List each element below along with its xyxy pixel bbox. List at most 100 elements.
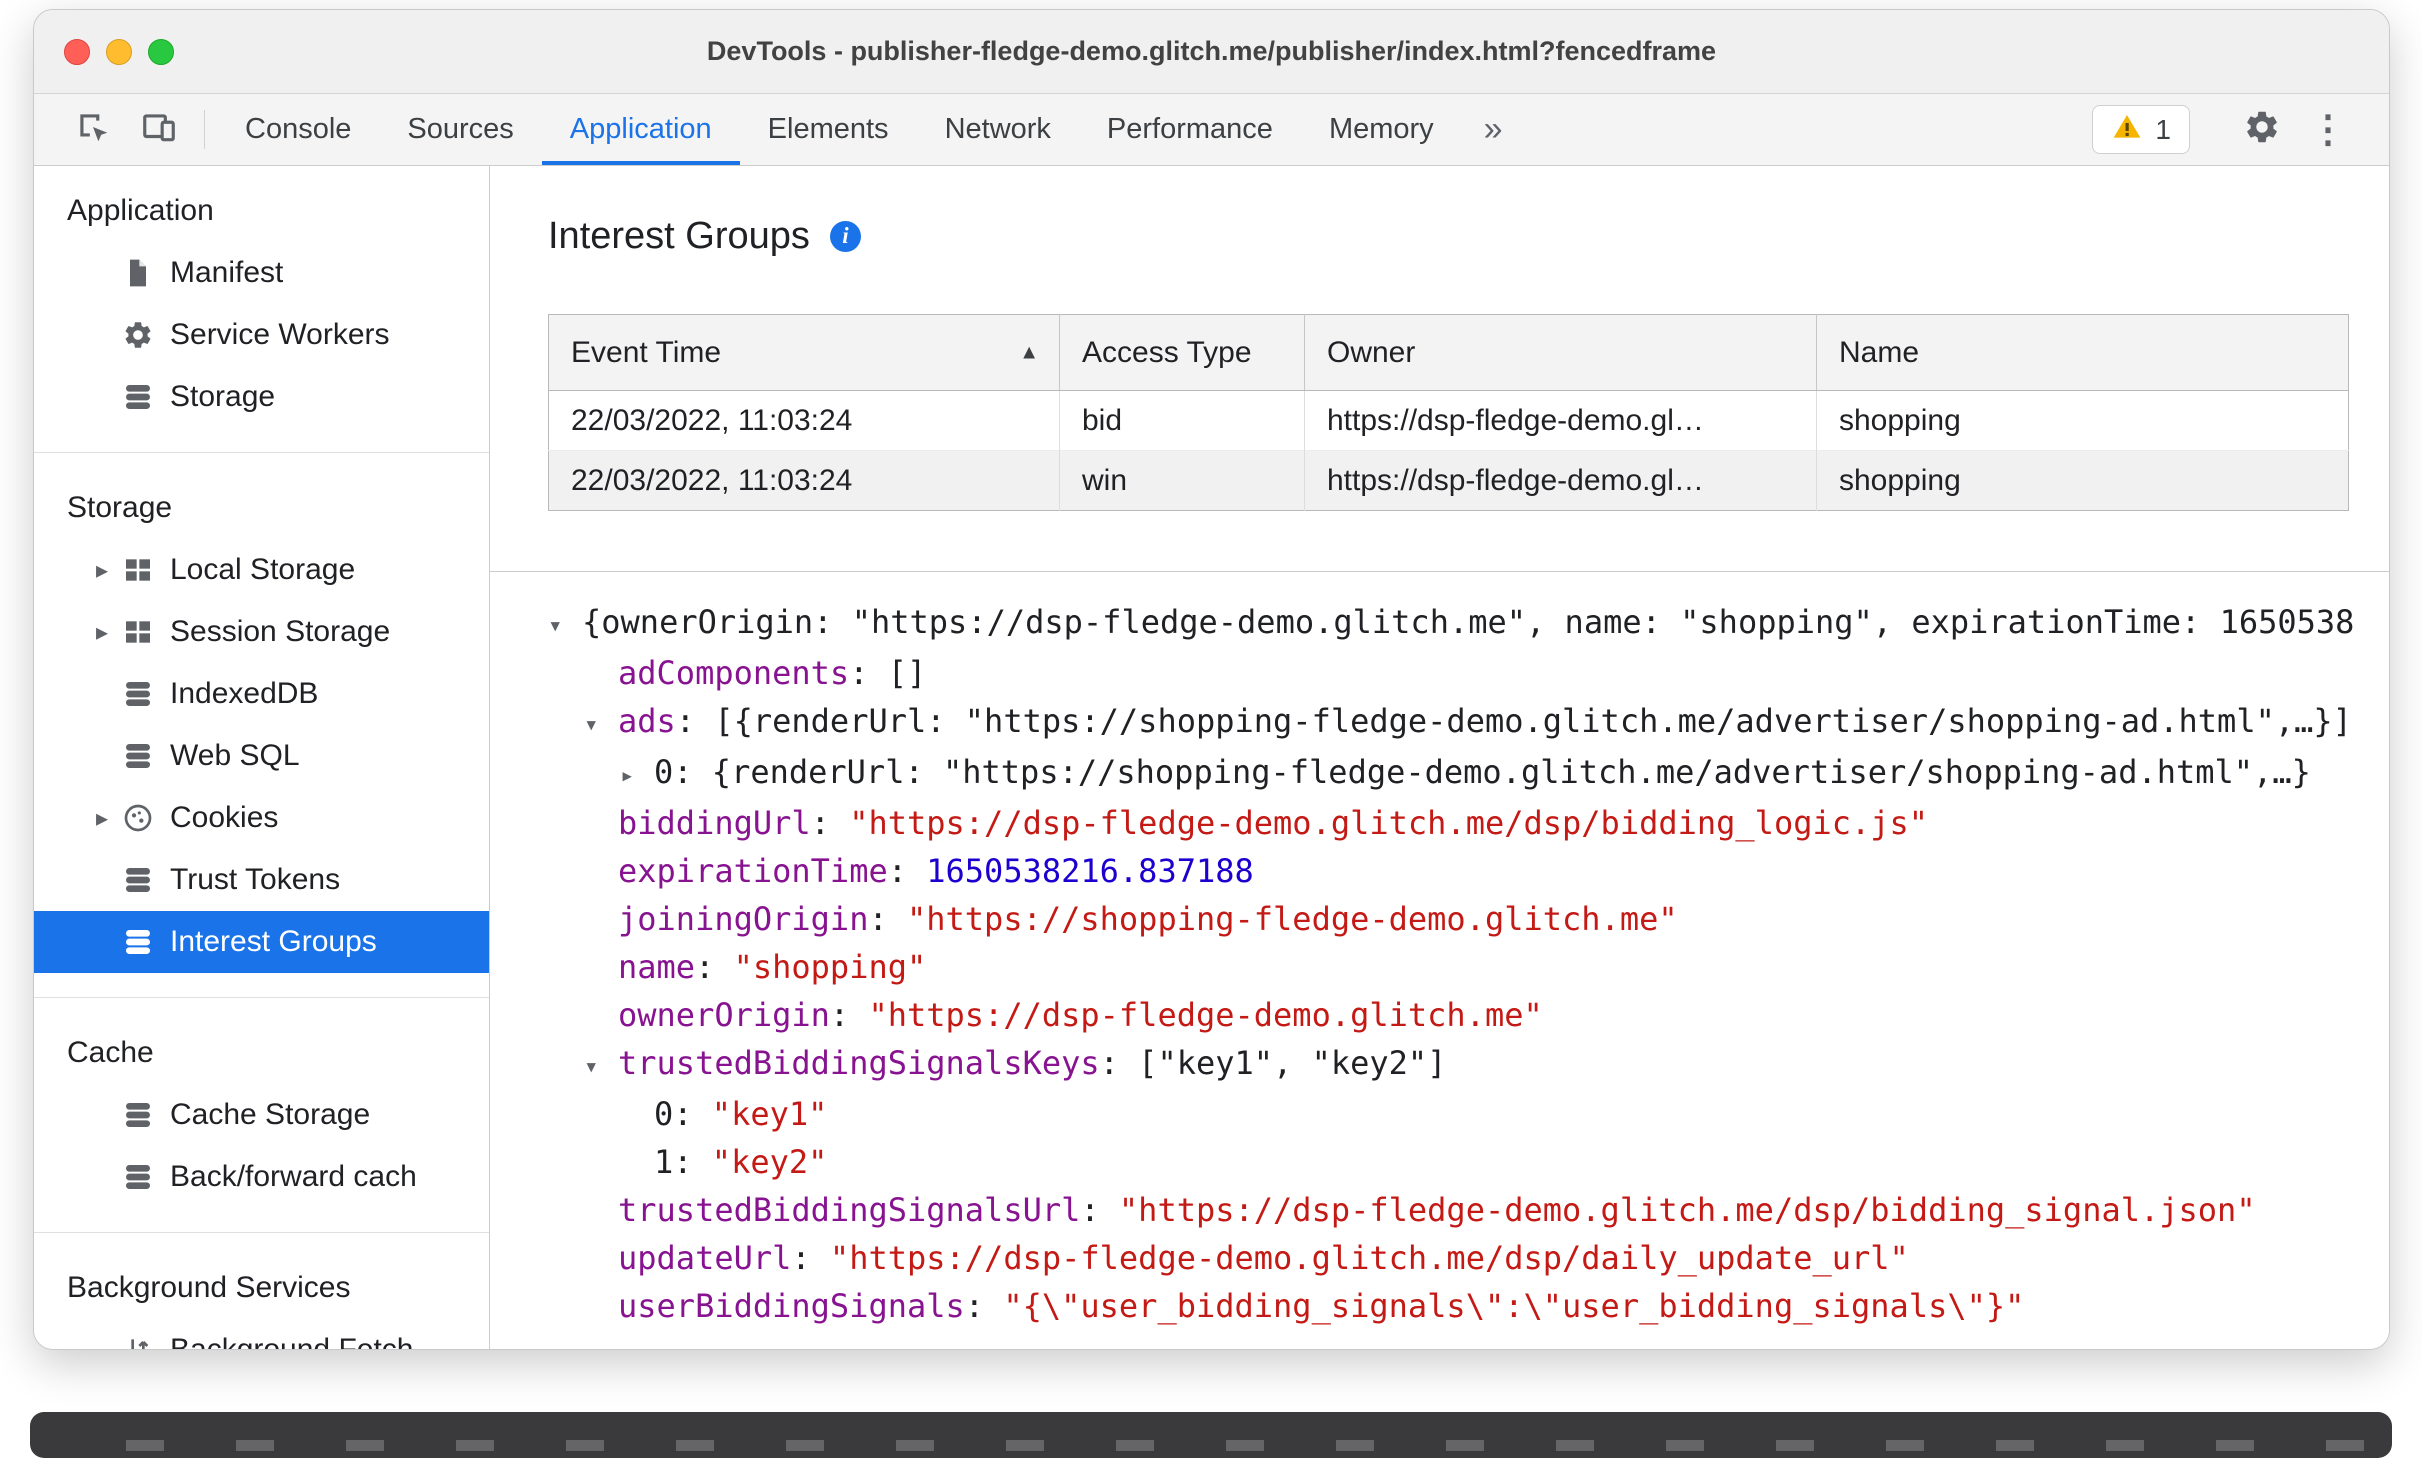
column-header-name[interactable]: Name <box>1816 314 2349 391</box>
tab-memory[interactable]: Memory <box>1301 94 1462 165</box>
device-toolbar-icon <box>140 108 178 151</box>
json-string: "https://dsp-fledge-demo.glitch.me/dsp/b… <box>849 804 1929 842</box>
json-plain: 1: <box>654 1143 712 1181</box>
sidebar-item-cache-storage[interactable]: Cache Storage <box>34 1084 489 1146</box>
tab-performance[interactable]: Performance <box>1079 94 1301 165</box>
sidebar-item-label: Storage <box>170 380 276 413</box>
collapse-arrow-icon[interactable]: ▾ <box>584 1042 618 1090</box>
column-header-label: Owner <box>1327 335 1416 369</box>
sidebar-item-session-storage[interactable]: ▸ Session Storage <box>34 601 489 663</box>
cell-event-time[interactable]: 22/03/2022, 11:03:24 <box>548 390 1060 451</box>
tree-line[interactable]: biddingUrl: "https://dsp-fledge-demo.gli… <box>548 799 2389 847</box>
cell-owner[interactable]: https://dsp-fledge-demo.gl… <box>1304 390 1817 451</box>
tree-line[interactable]: updateUrl: "https://dsp-fledge-demo.glit… <box>548 1234 2389 1282</box>
tree-line[interactable]: 0: "key1" <box>548 1090 2389 1138</box>
tree-line[interactable]: expirationTime: 1650538216.837188 <box>548 847 2389 895</box>
table-grid-icon <box>120 552 156 588</box>
json-plain: : <box>887 852 927 890</box>
tab-elements[interactable]: Elements <box>740 94 917 165</box>
sidebar-item-cookies[interactable]: ▸ Cookies <box>34 787 489 849</box>
sidebar-item-local-storage[interactable]: ▸ Local Storage <box>34 539 489 601</box>
json-plain: : [] <box>849 654 927 692</box>
json-plain: : <box>829 996 869 1034</box>
tab-sources[interactable]: Sources <box>379 94 541 165</box>
tree-line[interactable]: ▸ 0: {renderUrl: "https://shopping-fledge… <box>548 748 2389 799</box>
sidebar-item-web-sql[interactable]: Web SQL <box>34 725 489 787</box>
sidebar-section-header-application[interactable]: Application <box>34 180 489 242</box>
tree-line[interactable]: userBiddingSignals: "{\"user_bidding_sig… <box>548 1282 2389 1330</box>
sidebar-item-background-fetch[interactable]: Background Fetch <box>34 1319 489 1349</box>
issues-warning-badge[interactable]: 1 <box>2092 105 2190 154</box>
tree-line[interactable]: joiningOrigin: "https://shopping-fledge-… <box>548 895 2389 943</box>
devtools-toolbar: Console Sources Application Elements Network… <box>34 94 2389 166</box>
gear-icon <box>2243 108 2281 151</box>
sidebar-item-back-forward-cach[interactable]: Back/forward cach <box>34 1146 489 1208</box>
tree-line[interactable]: ▾ trustedBiddingSignalsKeys: ["key1", "ke… <box>548 1039 2389 1090</box>
tree-line[interactable]: name: "shopping" <box>548 943 2389 991</box>
sidebar-item-label: Session Storage <box>170 615 391 648</box>
tree-line[interactable]: ownerOrigin: "https://dsp-fledge-demo.gl… <box>548 991 2389 1039</box>
json-key: userBiddingSignals <box>618 1287 965 1325</box>
tree-line[interactable]: trustedBiddingSignalsUrl: "https://dsp-f… <box>548 1186 2389 1234</box>
sidebar-section-header-cache[interactable]: Cache <box>34 1022 489 1084</box>
sidebar-item-label: Cache Storage <box>170 1098 371 1131</box>
sidebar-item-manifest[interactable]: Manifest <box>34 242 489 304</box>
expand-arrow-icon[interactable]: ▸ <box>84 804 120 833</box>
collapse-arrow-icon[interactable]: ▾ <box>548 601 582 649</box>
expand-arrow-icon[interactable]: ▸ <box>84 556 120 585</box>
inspect-element-button[interactable] <box>65 102 121 158</box>
tree-line[interactable]: ▾ ads: [{renderUrl: "https://shopping-fle… <box>548 697 2389 748</box>
tree-line[interactable]: ▾ {ownerOrigin: "https://dsp-fledge-demo.… <box>548 598 2389 649</box>
cell-access-type[interactable]: bid <box>1059 390 1305 451</box>
interest-group-details-json: ▾ {ownerOrigin: "https://dsp-fledge-demo.… <box>490 571 2389 1349</box>
zoom-button[interactable] <box>148 38 174 65</box>
cell-name[interactable]: shopping <box>1817 391 2349 451</box>
tree-line[interactable]: 1: "key2" <box>548 1138 2389 1186</box>
json-plain: : <box>964 1287 1004 1325</box>
collapse-arrow-icon[interactable]: ▾ <box>584 700 618 748</box>
info-icon[interactable]: i <box>829 220 861 252</box>
json-plain: : [{renderUrl: "https://shopping-fledge-… <box>675 702 2352 740</box>
tab-application[interactable]: Application <box>541 94 740 165</box>
settings-gear-button[interactable] <box>2234 102 2290 158</box>
cell-owner[interactable]: https://dsp-fledge-demo.gl… <box>1304 450 1817 511</box>
tree-line[interactable]: adComponents: [] <box>548 649 2389 697</box>
cell-name[interactable]: shopping <box>1816 450 2349 511</box>
database-stack-icon <box>120 1159 156 1195</box>
more-tabs-button[interactable]: » <box>1462 94 1525 165</box>
sidebar-item-label: Local Storage <box>170 553 356 586</box>
sidebar-section-header-storage[interactable]: Storage <box>34 477 489 539</box>
sidebar-item-service-workers[interactable]: Service Workers <box>34 304 489 366</box>
dock-icons-strip <box>54 1440 2368 1451</box>
more-options-kebab-button[interactable]: ⋮ <box>2300 102 2356 158</box>
expand-arrow-icon[interactable]: ▸ <box>620 751 654 799</box>
column-header-access-type[interactable]: Access Type <box>1059 314 1305 391</box>
cell-access-type[interactable]: win <box>1059 450 1305 511</box>
sidebar-item-storage[interactable]: Storage <box>34 366 489 428</box>
table-row[interactable]: 22/03/2022, 11:03:24 win https://dsp-fledg… <box>548 450 2349 511</box>
titlebar[interactable]: DevTools - publisher-fledge-demo.glitch.… <box>34 10 2389 94</box>
expand-arrow-icon[interactable]: ▸ <box>84 618 120 647</box>
table-row[interactable]: 22/03/2022, 11:03:24 bid https://dsp-fledg… <box>548 390 2349 451</box>
json-plain: 0: {renderUrl: "https://shopping-fledge-… <box>654 753 2311 791</box>
tab-console[interactable]: Console <box>217 94 379 165</box>
sidebar-item-trust-tokens[interactable]: Trust Tokens <box>34 849 489 911</box>
sidebar-section-divider <box>34 1232 489 1233</box>
json-key: ads <box>618 702 676 740</box>
device-toolbar-button[interactable] <box>131 102 187 158</box>
column-header-owner[interactable]: Owner <box>1304 314 1817 391</box>
cell-event-time[interactable]: 22/03/2022, 11:03:24 <box>548 450 1060 511</box>
minimize-button[interactable] <box>106 38 132 65</box>
sidebar-item-label: Interest Groups <box>170 925 377 958</box>
column-header-event-time[interactable]: Event Time ▲ <box>548 314 1060 391</box>
sidebar-section-header-background-services[interactable]: Background Services <box>34 1257 489 1319</box>
close-button[interactable] <box>64 38 90 65</box>
json-string: "https://shopping-fledge-demo.glitch.me" <box>906 900 1678 938</box>
sidebar-item-indexeddb[interactable]: IndexedDB <box>34 663 489 725</box>
tab-network[interactable]: Network <box>917 94 1079 165</box>
warning-triangle-icon <box>2111 111 2143 148</box>
toolbar-right-group: 1 ⋮ <box>2092 94 2389 165</box>
sidebar-item-interest-groups[interactable]: Interest Groups <box>34 911 489 973</box>
column-header-label: Event Time <box>571 335 722 369</box>
service-workers-gear-icon <box>120 317 156 353</box>
